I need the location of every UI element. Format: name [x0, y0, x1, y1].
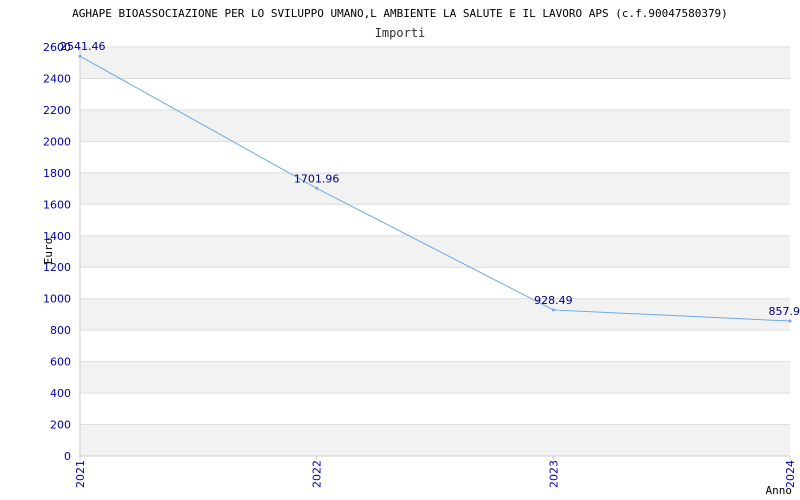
y-tick-label: 400 — [50, 387, 71, 400]
y-tick-label: 1600 — [43, 198, 71, 211]
data-label: 928.49 — [534, 294, 573, 307]
chart-title: AGHAPE BIOASSOCIAZIONE PER LO SVILUPPO U… — [72, 7, 728, 20]
x-axis-ticks: 2021 2022 2023 2024 — [74, 456, 797, 488]
grid-band — [80, 298, 790, 331]
grid-band — [80, 424, 790, 456]
grid-band — [80, 172, 790, 205]
y-tick-label: 2400 — [43, 72, 71, 85]
data-label: 2541.46 — [60, 40, 106, 53]
y-tick-label: 1000 — [43, 293, 71, 306]
x-tick-label: 2023 — [547, 460, 560, 488]
x-tick-label: 2022 — [311, 460, 324, 488]
data-point — [315, 186, 319, 190]
y-tick-label: 200 — [50, 419, 71, 432]
y-tick-label: 2200 — [43, 104, 71, 117]
grid-band — [80, 109, 790, 142]
data-point — [78, 54, 82, 58]
grid-band — [80, 235, 790, 268]
data-label: 857.9 — [769, 305, 800, 318]
grid-band — [80, 361, 790, 394]
y-tick-label: 1800 — [43, 167, 71, 180]
grid-bands — [80, 47, 790, 456]
chart-subtitle: Importi — [375, 26, 426, 40]
y-tick-label: 600 — [50, 356, 71, 369]
y-tick-label: 800 — [50, 324, 71, 337]
y-tick-label: 0 — [64, 450, 71, 463]
x-axis-label: Anno — [766, 484, 793, 497]
grid-band — [80, 47, 790, 79]
data-label: 1701.96 — [294, 172, 340, 185]
y-tick-label: 2000 — [43, 135, 71, 148]
y-axis-label: Euro — [42, 238, 55, 265]
data-point — [788, 319, 792, 323]
line-chart: 0200400600800100012001400160018002000220… — [42, 7, 800, 497]
data-point — [551, 308, 555, 312]
x-tick-label: 2021 — [74, 460, 87, 488]
